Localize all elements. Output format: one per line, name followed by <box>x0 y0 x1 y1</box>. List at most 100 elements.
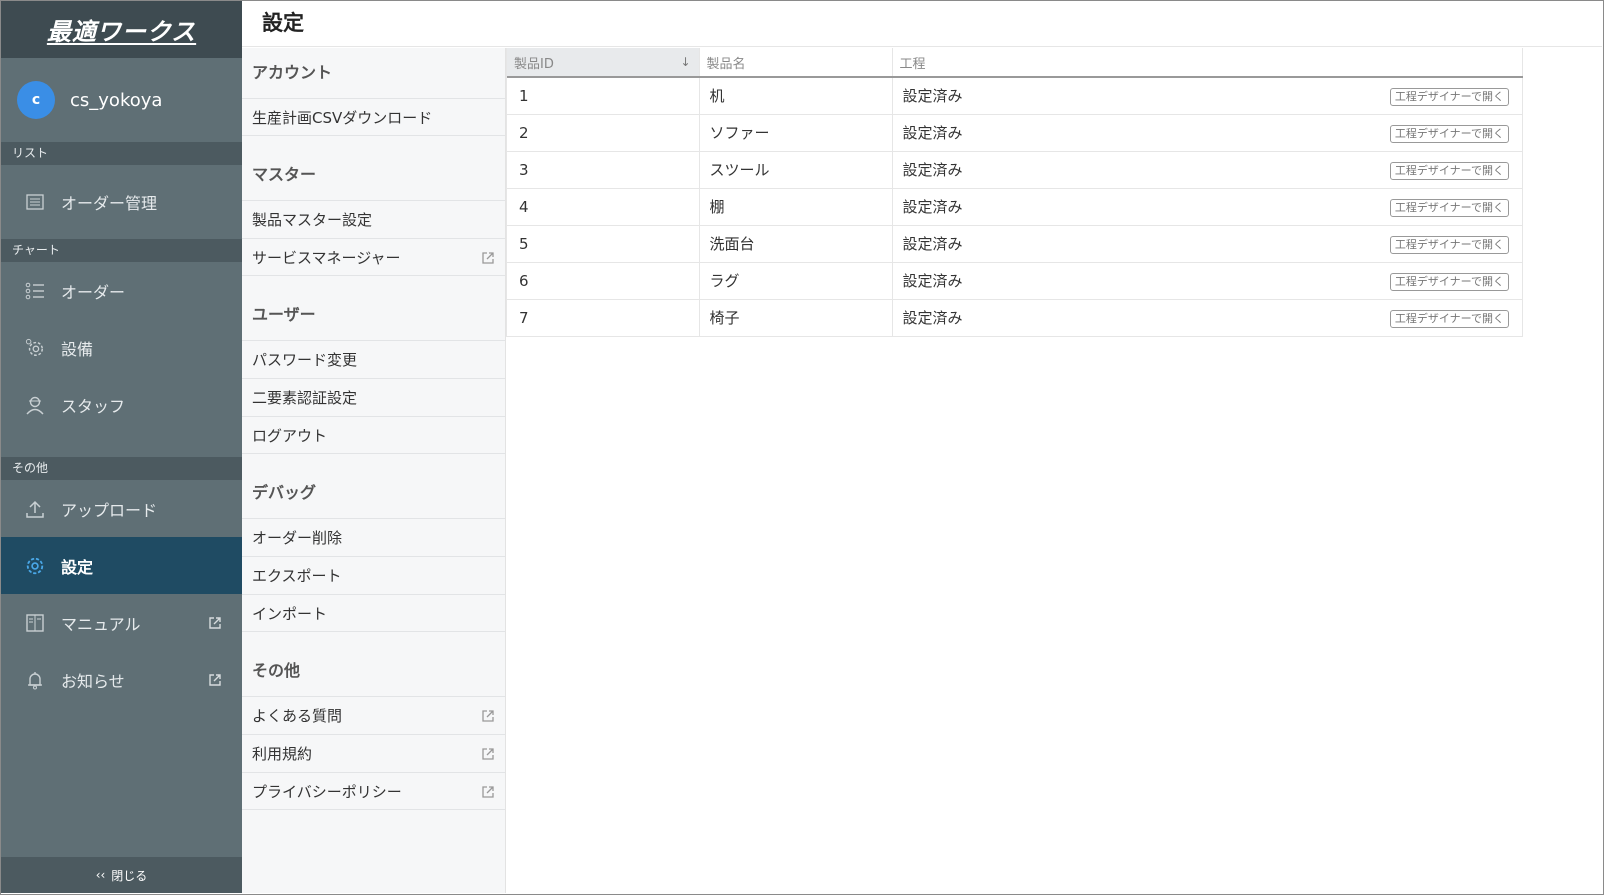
table-row[interactable]: 3 スツール 設定済み 工程デザイナーで開く <box>507 151 1523 189</box>
cell-product-id: 2 <box>507 114 700 152</box>
chevron-double-left-icon: ‹‹ <box>95 868 106 882</box>
sidebar-item-label: アップロード <box>61 500 158 520</box>
process-status: 設定済み <box>902 161 963 179</box>
cell-process: 設定済み 工程デザイナーで開く <box>892 225 1523 263</box>
menu-item-label: 生産計画CSVダウンロード <box>252 109 433 127</box>
menu-item-import[interactable]: インポート <box>242 594 505 632</box>
cell-process: 設定済み 工程デザイナーで開く <box>892 299 1523 337</box>
process-status: 設定済み <box>902 198 963 216</box>
settings-menu: アカウント 生産計画CSVダウンロード マスター 製品マスター設定 サービスマネ… <box>242 48 506 893</box>
menu-item-label: インポート <box>252 605 328 623</box>
sidebar-item-order-management[interactable]: オーダー管理 <box>1 165 242 239</box>
product-table: 製品ID ↓ 製品名 工程 1 机 設定済み 工程デザイナーで開く 2 ソファー 設… <box>507 48 1523 337</box>
cell-product-name: ラグ <box>699 262 893 300</box>
cell-process: 設定済み 工程デザイナーで開く <box>892 151 1523 189</box>
cell-product-id: 4 <box>507 188 700 226</box>
external-link-icon <box>209 673 221 686</box>
menu-item-label: エクスポート <box>252 567 342 585</box>
menu-item-label: プライバシーポリシー <box>252 783 402 801</box>
sidebar-item-label: 設備 <box>61 339 94 359</box>
column-header-process[interactable]: 工程 <box>892 48 1523 78</box>
username: cs_yokoya <box>70 89 163 111</box>
page-title: 設定 <box>262 11 304 35</box>
cell-product-name: 机 <box>699 77 893 115</box>
table-row[interactable]: 6 ラグ 設定済み 工程デザイナーで開く <box>507 262 1523 300</box>
menu-item-product-master[interactable]: 製品マスター設定 <box>242 200 505 238</box>
cell-product-id: 5 <box>507 225 700 263</box>
sidebar-item-label: 設定 <box>61 557 94 577</box>
menu-item-privacy[interactable]: プライバシーポリシー <box>242 772 505 810</box>
menu-item-service-manager[interactable]: サービスマネージャー <box>242 238 505 276</box>
sidebar-item-order[interactable]: オーダー <box>1 262 242 319</box>
menu-group-title: その他 <box>252 661 301 680</box>
open-in-process-designer-button[interactable]: 工程デザイナーで開く <box>1389 124 1509 143</box>
column-header-product-id[interactable]: 製品ID ↓ <box>507 48 700 78</box>
brand-logo[interactable]: 最適ワークス <box>1 1 242 58</box>
gear-icon <box>25 338 45 358</box>
sort-down-icon: ↓ <box>680 55 691 69</box>
process-status: 設定済み <box>902 272 963 290</box>
sidebar-section-list: リスト <box>1 142 242 165</box>
avatar: c <box>17 81 55 119</box>
cell-product-name: スツール <box>699 151 893 189</box>
process-status: 設定済み <box>902 235 963 253</box>
open-in-process-designer-button[interactable]: 工程デザイナーで開く <box>1389 309 1509 328</box>
cell-product-id: 3 <box>507 151 700 189</box>
menu-item-terms[interactable]: 利用規約 <box>242 734 505 772</box>
cell-product-name: 棚 <box>699 188 893 226</box>
menu-item-delete-orders[interactable]: オーダー削除 <box>242 518 505 556</box>
table-row[interactable]: 2 ソファー 設定済み 工程デザイナーで開く <box>507 114 1523 152</box>
table-row[interactable]: 7 椅子 設定済み 工程デザイナーで開く <box>507 299 1523 337</box>
sidebar-collapse-button[interactable]: ‹‹ 閉じる <box>1 857 242 893</box>
open-in-process-designer-button[interactable]: 工程デザイナーで開く <box>1389 272 1509 291</box>
user-profile[interactable]: c cs_yokoya <box>1 58 242 142</box>
sidebar-item-label: お知らせ <box>61 671 125 691</box>
logo-text: 最適ワークス <box>46 18 197 46</box>
list-icon <box>25 192 45 212</box>
menu-group-title: マスター <box>252 165 317 184</box>
menu-item-logout[interactable]: ログアウト <box>242 416 505 454</box>
settings-icon <box>25 556 45 576</box>
table-row[interactable]: 1 机 設定済み 工程デザイナーで開く <box>507 77 1523 115</box>
sidebar-item-label: マニュアル <box>61 614 141 634</box>
menu-item-export[interactable]: エクスポート <box>242 556 505 594</box>
sidebar-item-notices[interactable]: お知らせ <box>1 651 242 708</box>
table-row[interactable]: 4 棚 設定済み 工程デザイナーで開く <box>507 188 1523 226</box>
sidebar-item-staff[interactable]: スタッフ <box>1 376 242 433</box>
menu-item-label: 製品マスター設定 <box>252 211 373 229</box>
table-row[interactable]: 5 洗面台 設定済み 工程デザイナーで開く <box>507 225 1523 263</box>
open-in-process-designer-button[interactable]: 工程デザイナーで開く <box>1389 198 1509 217</box>
menu-item-two-factor[interactable]: 二要素認証設定 <box>242 378 505 416</box>
cell-process: 設定済み 工程デザイナーで開く <box>892 77 1523 115</box>
upload-icon <box>25 499 45 519</box>
menu-item-label: ログアウト <box>252 427 328 445</box>
menu-item-label: オーダー削除 <box>252 529 343 547</box>
sidebar-item-manual[interactable]: マニュアル <box>1 594 242 651</box>
process-status: 設定済み <box>902 87 963 106</box>
menu-group-title: アカウント <box>252 63 333 82</box>
open-in-process-designer-button[interactable]: 工程デザイナーで開く <box>1389 161 1509 180</box>
column-header-product-name[interactable]: 製品名 <box>699 48 893 78</box>
open-in-process-designer-button[interactable]: 工程デザイナーで開く <box>1389 235 1509 254</box>
external-link-icon <box>209 616 221 629</box>
sidebar-item-settings[interactable]: 設定 <box>1 537 242 594</box>
sidebar-item-label: スタッフ <box>61 396 126 416</box>
external-link-icon <box>482 252 494 264</box>
process-status: 設定済み <box>902 309 963 327</box>
menu-item-change-password[interactable]: パスワード変更 <box>242 340 505 378</box>
table-header-row: 製品ID ↓ 製品名 工程 <box>507 48 1523 78</box>
menu-item-label: パスワード変更 <box>252 351 358 369</box>
open-in-process-designer-button[interactable]: 工程デザイナーで開く <box>1389 88 1509 106</box>
page-header: 設定 <box>242 1 1602 47</box>
menu-group-title: ユーザー <box>252 305 316 324</box>
external-link-icon <box>482 786 494 798</box>
cell-process: 設定済み 工程デザイナーで開く <box>892 262 1523 300</box>
process-status: 設定済み <box>902 124 963 142</box>
sidebar-item-upload[interactable]: アップロード <box>1 480 242 537</box>
sidebar-item-equipment[interactable]: 設備 <box>1 319 242 376</box>
menu-item-faq[interactable]: よくある質問 <box>242 696 505 734</box>
menu-group-title: デバッグ <box>252 483 317 502</box>
cell-product-name: 洗面台 <box>699 225 893 263</box>
menu-item-plan-csv-download[interactable]: 生産計画CSVダウンロード <box>242 98 505 136</box>
cell-process: 設定済み 工程デザイナーで開く <box>892 188 1523 226</box>
